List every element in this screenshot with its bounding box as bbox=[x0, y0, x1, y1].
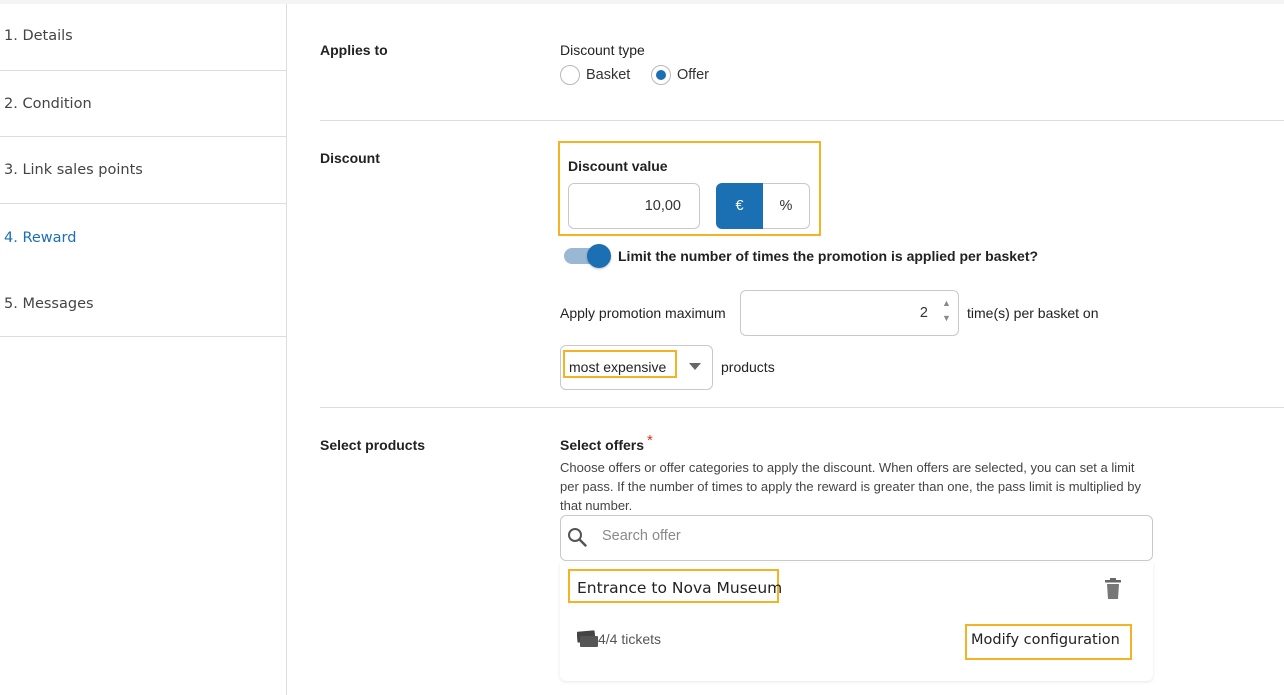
limit-toggle[interactable] bbox=[563, 244, 613, 268]
euro-unit-button[interactable]: € bbox=[716, 183, 763, 229]
stepper-down-icon[interactable]: ▼ bbox=[942, 313, 951, 323]
step-label: 1. Details bbox=[4, 28, 73, 44]
step-details[interactable]: 1. Details bbox=[0, 4, 287, 71]
product-sort-value: most expensive bbox=[569, 359, 667, 375]
apply-max-input[interactable]: 2 bbox=[740, 290, 959, 336]
basket-radio[interactable] bbox=[560, 65, 580, 85]
search-placeholder: Search offer bbox=[602, 528, 681, 544]
discount-value-input[interactable]: 10,00 bbox=[568, 183, 700, 229]
limit-toggle-label: Limit the number of times the promotion … bbox=[618, 248, 1039, 264]
offer-radio-label: Offer bbox=[677, 67, 709, 83]
required-marker: * bbox=[647, 432, 653, 449]
step-condition[interactable]: 2. Condition bbox=[0, 71, 287, 137]
apply-max-label: Apply promotion maximum bbox=[560, 305, 726, 321]
step-label: 4. Reward bbox=[4, 229, 77, 246]
discount-heading: Discount bbox=[320, 150, 380, 166]
step-label: 5. Messages bbox=[4, 295, 94, 312]
trash-icon[interactable] bbox=[1104, 578, 1122, 600]
tickets-count: 4/4 tickets bbox=[598, 631, 662, 647]
select-offers-help: Choose offers or offer categories to app… bbox=[560, 460, 1141, 513]
steps-sidebar: 1. Details 2. Condition 3. Link sales po… bbox=[0, 4, 287, 695]
chevron-down-icon[interactable] bbox=[689, 363, 701, 370]
ticket-icon bbox=[577, 630, 598, 647]
offer-title: Entrance to Nova Museum bbox=[577, 579, 783, 597]
section-divider bbox=[320, 120, 1284, 121]
step-reward[interactable]: 4. Reward bbox=[0, 204, 287, 271]
select-products-heading: Select products bbox=[320, 437, 426, 453]
search-icon bbox=[568, 528, 587, 547]
applies-to-heading: Applies to bbox=[320, 42, 388, 58]
step-link-sales-points[interactable]: 3. Link sales points bbox=[0, 137, 287, 204]
discount-type-label: Discount type bbox=[560, 42, 645, 58]
number-stepper[interactable]: ▲ ▼ bbox=[940, 296, 954, 326]
section-divider bbox=[320, 407, 1284, 408]
modify-configuration-button[interactable]: Modify configuration bbox=[971, 632, 1120, 648]
basket-radio-label: Basket bbox=[586, 67, 631, 83]
product-sort-suffix: products bbox=[721, 359, 775, 375]
percent-unit-button[interactable]: % bbox=[763, 183, 810, 229]
stepper-up-icon[interactable]: ▲ bbox=[942, 298, 951, 308]
offer-radio[interactable] bbox=[651, 65, 671, 85]
select-offers-label: Select offers bbox=[560, 437, 645, 453]
apply-max-suffix: time(s) per basket on bbox=[967, 305, 1099, 321]
step-label: 2. Condition bbox=[4, 95, 92, 112]
discount-value-label: Discount value bbox=[568, 158, 668, 174]
toggle-knob bbox=[587, 244, 611, 268]
step-label: 3. Link sales points bbox=[4, 162, 143, 178]
step-messages[interactable]: 5. Messages bbox=[0, 271, 287, 337]
